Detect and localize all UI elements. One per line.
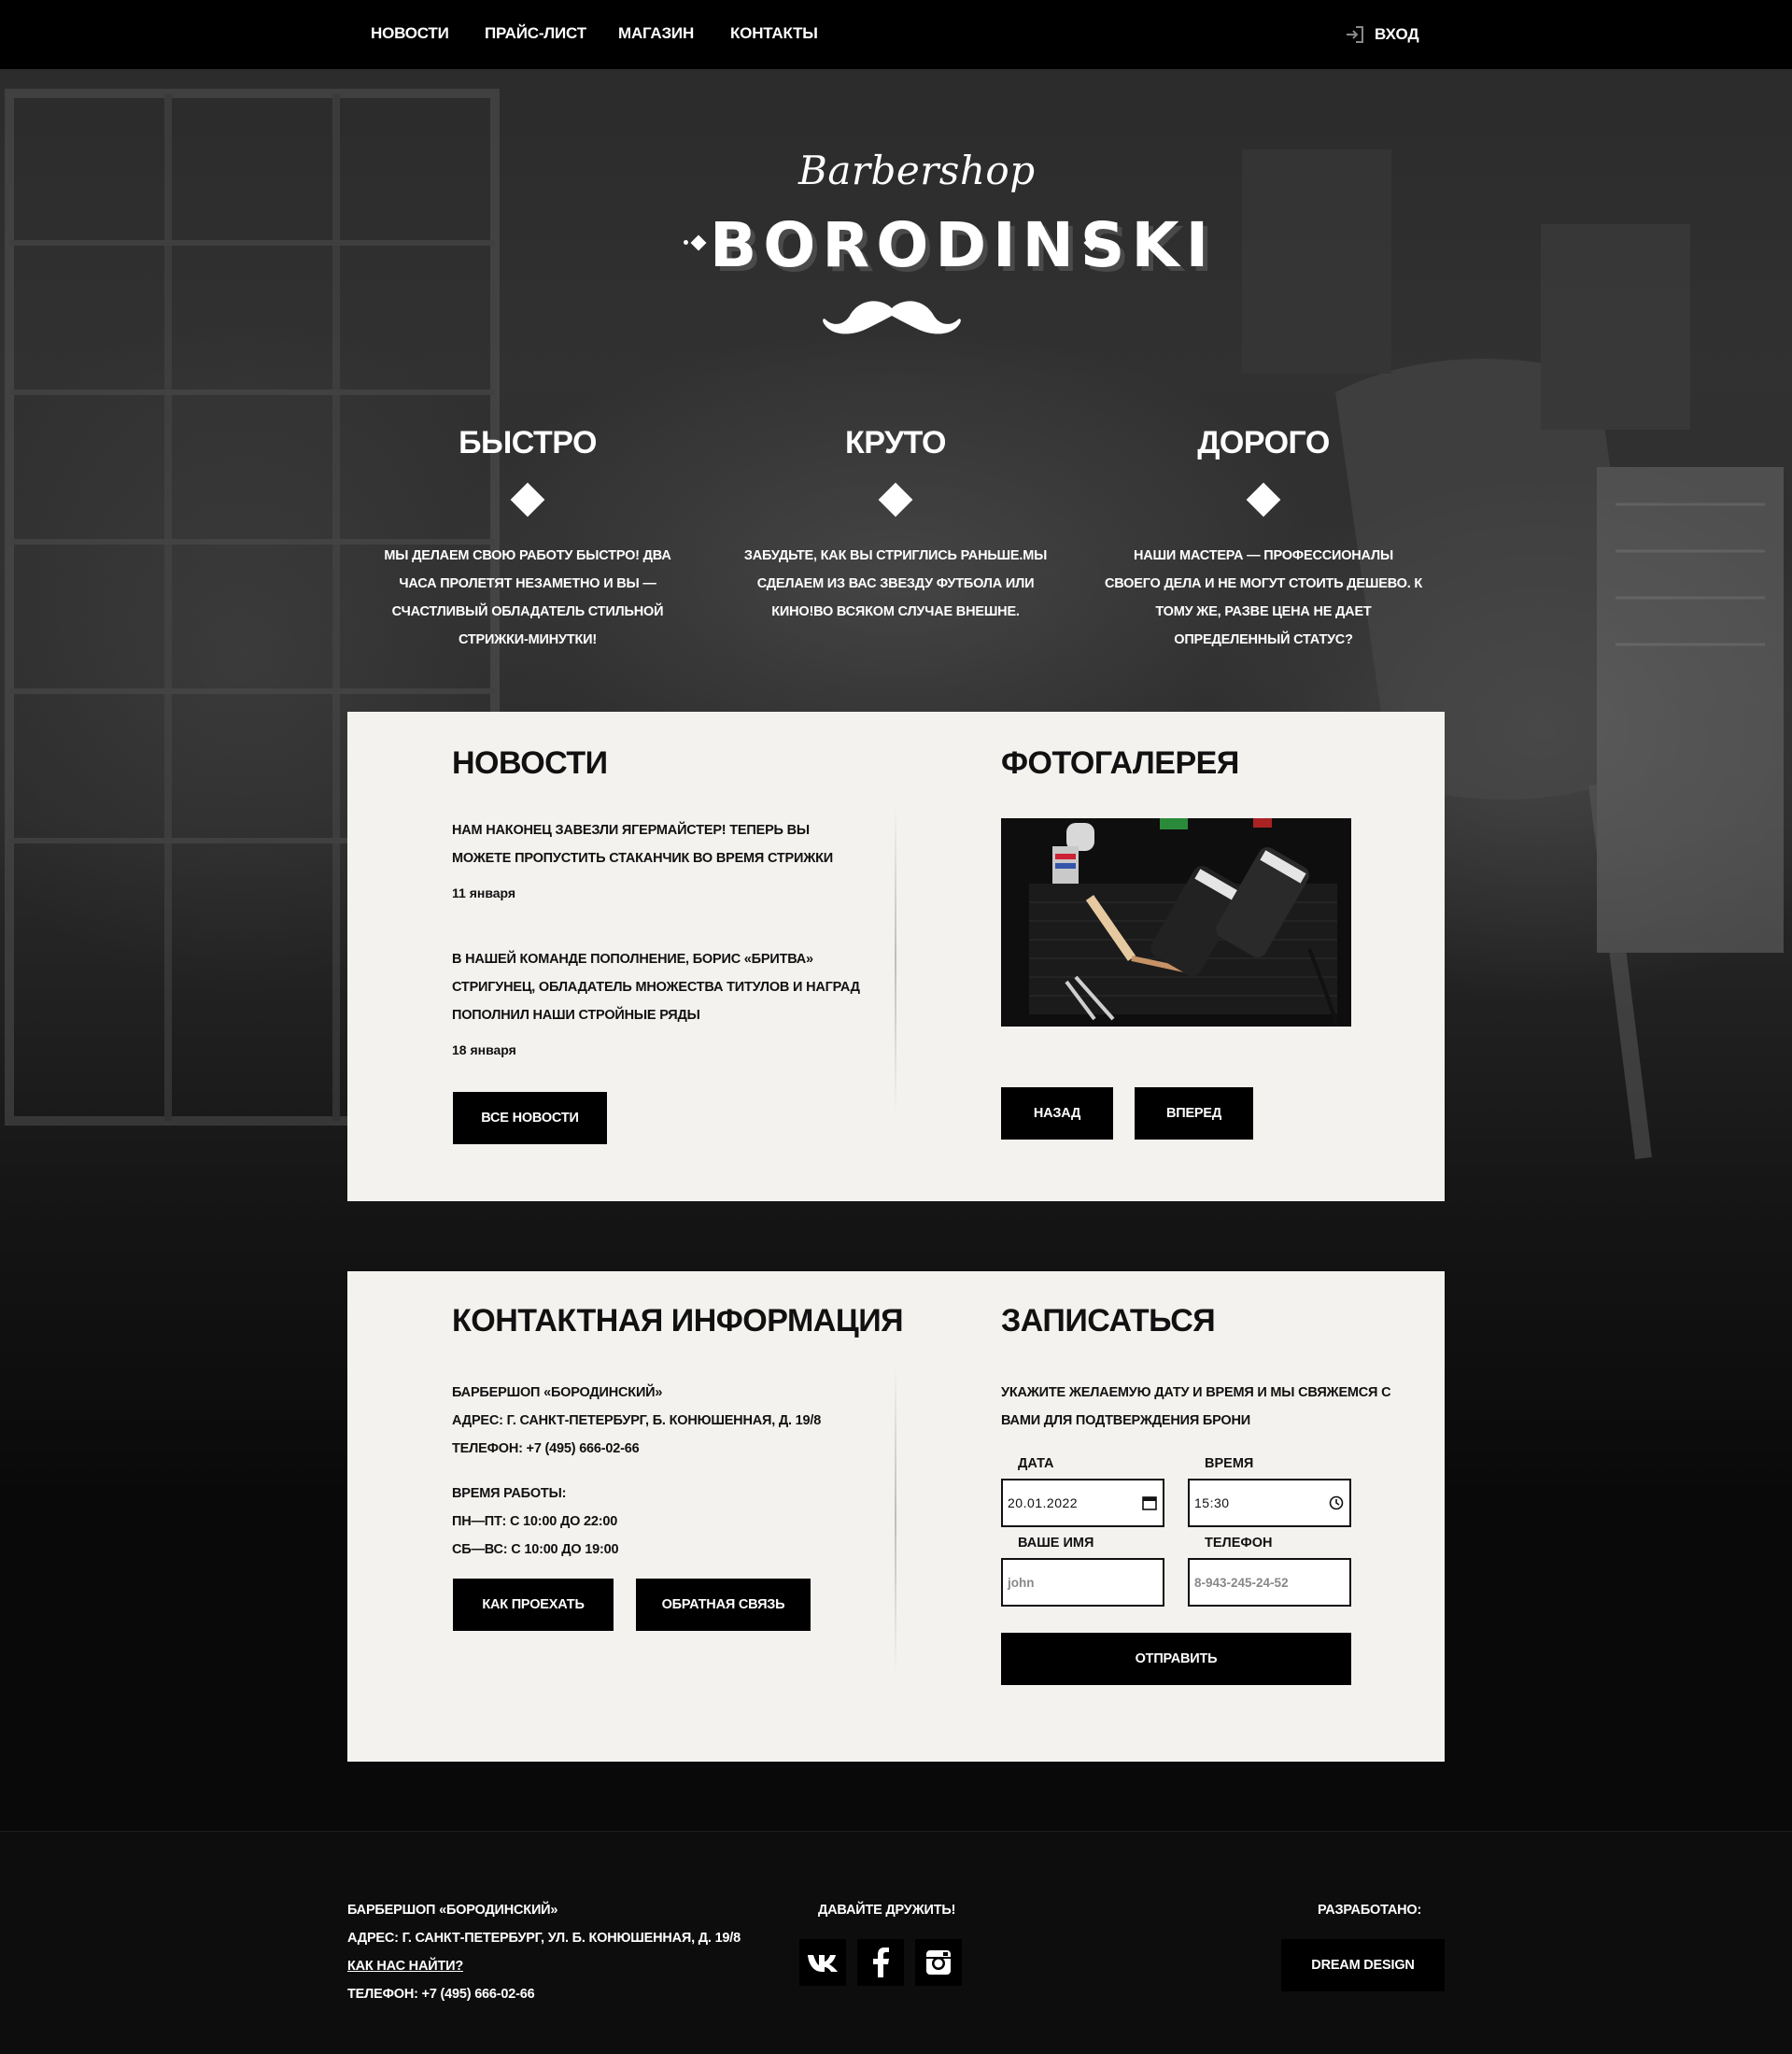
name-field[interactable]: john [1001,1558,1164,1607]
contacts-title: КОНТАКТНАЯ ИНФОРМАЦИЯ [452,1303,904,1339]
developer-button[interactable]: DREAM DESIGN [1281,1939,1445,1991]
news-gallery-panel: НОВОСТИ НАМ НАКОНЕЦ ЗАВЕЗЛИ ЯГЕРМАЙСТЕР!… [347,712,1445,1201]
news-item-2-text[interactable]: В НАШЕЙ КОМАНДЕ ПОПОЛНЕНИЕ, БОРИС «БРИТВ… [452,945,863,1029]
news-item-1-date: 11 января [452,885,516,900]
time-field[interactable]: 15:30 [1188,1479,1351,1527]
nav-link-news[interactable]: НОВОСТИ [371,24,449,43]
vk-icon[interactable] [799,1939,846,1986]
contacts-hours-weekdays: ПН—ПТ: С 10:00 ДО 22:00 [452,1514,618,1529]
panel-divider-2 [895,1365,896,1673]
phone-field[interactable]: 8-943-245-24-52 [1188,1558,1351,1607]
feature-title-cool: КРУТО [845,425,947,460]
phone-label: ТЕЛЕФОН [1205,1536,1273,1551]
gallery-title: ФОТОГАЛЕРЕЯ [1001,745,1239,781]
facebook-logo [873,1948,889,1977]
footer-find-us-link[interactable]: КАК НАС НАЙТИ? [347,1952,463,1980]
feature-text-fast: МЫ ДЕЛАЕМ СВОЮ РАБОТУ БЫСТРО! ДВА ЧАСА П… [384,548,671,647]
news-title: НОВОСТИ [452,745,608,781]
submit-button[interactable]: ОТПРАВИТЬ [1001,1633,1351,1685]
footer-address: АДРЕС: Г. САНКТ-ПЕТЕРБУРГ, УЛ. Б. КОНЮШЕ… [347,1931,741,1946]
clock-icon[interactable] [1328,1494,1345,1511]
contacts-phone: ТЕЛЕФОН: +7 (495) 666-02-66 [452,1441,640,1456]
footer-name: БАРБЕРШОП «БОРОДИНСКИЙ» [347,1903,558,1918]
feature-title-expensive: ДОРОГО [1197,425,1330,460]
feature-text-cool: ЗАБУДЬТЕ, КАК ВЫ СТРИГЛИСЬ РАНЬШЕ.МЫ СДЕ… [743,548,1048,619]
feature-text-expensive: НАШИ МАСТЕРА — ПРОФЕССИОНАЛЫ СВОЕГО ДЕЛА… [1105,548,1423,647]
news-item-2-date: 18 января [452,1042,516,1057]
vk-logo [808,1955,838,1972]
footer-phone: ТЕЛЕФОН: +7 (495) 666-02-66 [347,1987,535,2002]
login-icon [1347,26,1363,43]
calendar-icon[interactable] [1141,1494,1158,1511]
logo-script: Barbershop [798,148,1036,193]
phone-placeholder: 8-943-245-24-52 [1194,1575,1289,1590]
gallery-prev-button[interactable]: НАЗАД [1001,1087,1113,1140]
all-news-button[interactable]: ВСЕ НОВОСТИ [453,1092,607,1144]
name-placeholder: john [1008,1575,1035,1590]
footer-social-title: ДАВАЙТЕ ДРУЖИТЬ! [818,1903,956,1918]
logo-dot-left [684,240,688,245]
time-label: ВРЕМЯ [1205,1456,1254,1471]
logo-main: BORODINSKI [710,209,1216,281]
feature-title-fast: БЫСТРО [459,425,597,460]
mustache-icon [823,301,961,334]
contacts-address: АДРЕС: Г. САНКТ-ПЕТЕРБУРГ, Б. КОНЮШЕННАЯ… [452,1413,822,1428]
nav-link-shop[interactable]: МАГАЗИН [618,24,694,43]
gallery-photo [1001,818,1351,1027]
login-link[interactable]: ВХОД [1345,22,1419,47]
contacts-hours-title: ВРЕМЯ РАБОТЫ: [452,1486,567,1501]
logo-dot-right [1104,240,1108,245]
booking-title: ЗАПИСАТЬСЯ [1001,1303,1216,1339]
booking-intro: УКАЖИТЕ ЖЕЛАЕМУЮ ДАТУ И ВРЕМЯ И МЫ СВЯЖЕ… [1001,1385,1391,1428]
gallery-next-button[interactable]: ВПЕРЕД [1135,1087,1253,1140]
date-field[interactable]: 20.01.2022 [1001,1479,1164,1527]
feedback-button[interactable]: ОБРАТНАЯ СВЯЗЬ [636,1579,811,1631]
time-value: 15:30 [1194,1495,1230,1510]
news-item-1-text[interactable]: НАМ НАКОНЕЦ ЗАВЕЗЛИ ЯГЕРМАЙСТЕР! ТЕПЕРЬ … [452,816,854,872]
barber-tools-image [1001,818,1351,1027]
instagram-icon[interactable] [915,1939,962,1986]
nav-link-contacts[interactable]: КОНТАКТЫ [730,24,818,43]
date-label: ДАТА [1018,1456,1054,1471]
contacts-name: БАРБЕРШОП «БОРОДИНСКИЙ» [452,1385,663,1400]
contacts-hours-weekend: СБ—ВС: С 10:00 ДО 19:00 [452,1542,619,1557]
panel-divider [895,805,896,1113]
footer-developed-title: РАЗРАБОТАНО: [1318,1903,1422,1918]
top-navigation: НОВОСТИ ПРАЙС-ЛИСТ МАГАЗИН КОНТАКТЫ ВХОД [0,0,1792,69]
instagram-logo [926,1950,951,1975]
name-label: ВАШЕ ИМЯ [1018,1536,1094,1551]
contacts-booking-panel: КОНТАКТНАЯ ИНФОРМАЦИЯ БАРБЕРШОП «БОРОДИН… [347,1271,1445,1762]
login-label: ВХОД [1375,25,1419,43]
facebook-icon[interactable] [857,1939,904,1986]
directions-button[interactable]: КАК ПРОЕХАТЬ [453,1579,614,1631]
date-value: 20.01.2022 [1008,1495,1079,1510]
nav-link-price-list[interactable]: ПРАЙС-ЛИСТ [485,24,586,43]
